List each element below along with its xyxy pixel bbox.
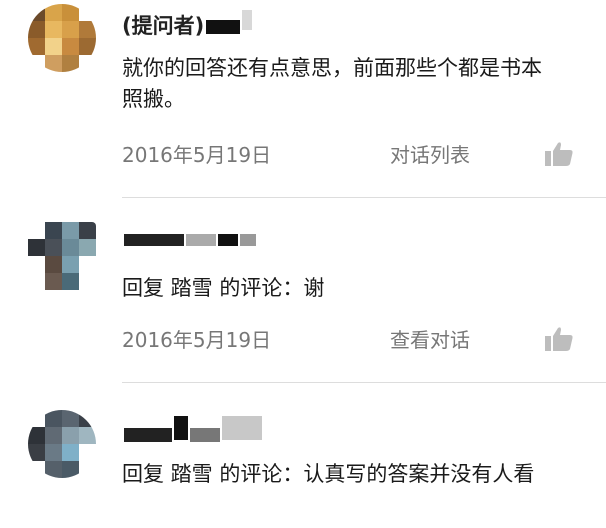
avatar[interactable] bbox=[28, 222, 96, 290]
avatar[interactable] bbox=[28, 4, 96, 72]
comment-date: 2016年5月19日 bbox=[122, 328, 272, 352]
conversation-list-link[interactable]: 对话列表 bbox=[390, 139, 470, 168]
comment-text: 就你的回答还有点意思，前面那些个都是书本照搬。 bbox=[122, 56, 542, 111]
divider bbox=[122, 382, 606, 383]
comment-date: 2016年5月19日 bbox=[122, 143, 272, 167]
author-name[interactable] bbox=[122, 414, 262, 444]
view-conversation-link[interactable]: 查看对话 bbox=[390, 324, 470, 353]
author-name[interactable]: (提问者) bbox=[122, 10, 253, 40]
divider bbox=[122, 197, 606, 198]
comment-text: 回复 踏雪 的评论：认真写的答案并没有人看 bbox=[122, 462, 535, 486]
avatar[interactable] bbox=[28, 410, 96, 478]
thumbs-up-icon[interactable] bbox=[544, 326, 574, 352]
author-name[interactable] bbox=[122, 228, 256, 246]
thumbs-up-icon[interactable] bbox=[544, 141, 574, 167]
comment-text: 回复 踏雪 的评论：谢 bbox=[122, 276, 325, 300]
